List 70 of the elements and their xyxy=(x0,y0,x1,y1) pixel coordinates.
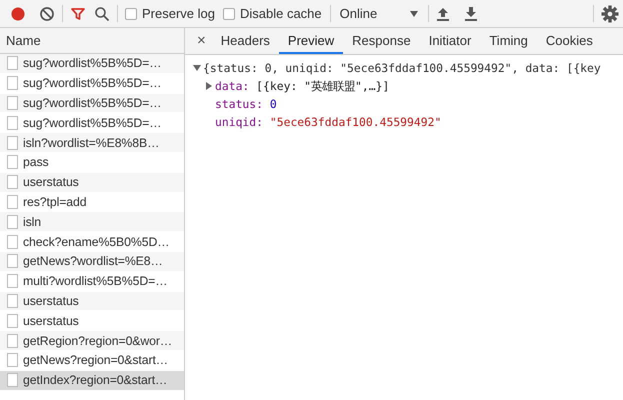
file-icon xyxy=(7,76,18,90)
checkbox[interactable] xyxy=(222,8,235,20)
throttle-dropdown[interactable]: Online xyxy=(338,6,422,21)
property-line: status: 0 xyxy=(215,96,277,113)
filter-icon[interactable] xyxy=(70,6,86,22)
tab[interactable]: Preview xyxy=(278,28,344,54)
request-row[interactable]: sug?wordlist%5B%5D=… xyxy=(0,94,184,114)
checkbox-label[interactable]: Preserve log xyxy=(142,6,215,21)
request-name: getNews?region=0&start… xyxy=(23,353,168,368)
expand-triangle-icon[interactable] xyxy=(205,82,213,90)
request-row[interactable]: getRegion?region=0&wor… xyxy=(0,331,184,351)
file-icon xyxy=(7,294,18,308)
request-name: getNews?wordlist=%E8… xyxy=(23,254,163,268)
file-icon xyxy=(7,334,18,348)
request-row[interactable]: getIndex?region=0&start… xyxy=(0,370,184,391)
request-name: isln?wordlist=%E8%8B… xyxy=(23,136,160,150)
file-icon xyxy=(7,175,18,190)
upload-icon[interactable] xyxy=(436,6,450,22)
checkbox[interactable] xyxy=(125,8,137,20)
property-line: uniqid: "5ece63fddaf100.45599492" xyxy=(215,114,442,131)
request-name: getIndex?region=0&start… xyxy=(23,373,168,388)
request-row[interactable]: isln xyxy=(0,212,184,232)
file-icon xyxy=(7,116,18,130)
file-icon xyxy=(7,353,18,368)
request-name: getRegion?region=0&wor… xyxy=(23,334,172,348)
file-icon xyxy=(7,96,18,110)
file-icon xyxy=(7,373,18,388)
clear-icon[interactable] xyxy=(39,6,55,22)
property-line[interactable]: data: [{key: "英雄联盟",…}] xyxy=(215,77,390,95)
file-icon xyxy=(7,194,18,209)
tab[interactable]: Timing xyxy=(480,28,537,54)
file-icon xyxy=(7,56,18,70)
request-name: isln xyxy=(23,214,42,229)
file-icon xyxy=(7,155,18,170)
file-icon xyxy=(7,314,18,328)
request-name: multi?wordlist%5B%5D=… xyxy=(23,274,168,288)
object-summary: {status: 0, uniqid: "5ece63fddaf100.45599492", data: [{key xyxy=(203,60,601,77)
record-button[interactable] xyxy=(10,6,26,22)
tab[interactable]: Response xyxy=(343,28,420,54)
request-name: pass xyxy=(23,155,49,170)
file-icon xyxy=(7,136,18,150)
request-name: sug?wordlist%5B%5D=… xyxy=(23,76,162,90)
request-row[interactable]: sug?wordlist%5B%5D=… xyxy=(0,54,184,74)
request-name: userstatus xyxy=(23,175,79,190)
close-button[interactable]: × xyxy=(191,28,212,54)
request-name: res?tpl=add xyxy=(23,194,87,209)
tab[interactable]: Initiator xyxy=(420,28,480,54)
file-icon xyxy=(7,254,18,268)
request-row[interactable]: userstatus xyxy=(0,292,184,312)
settings-icon[interactable] xyxy=(601,4,619,22)
request-name: userstatus xyxy=(23,294,79,308)
request-name: sug?wordlist%5B%5D=… xyxy=(23,56,162,70)
download-icon[interactable] xyxy=(464,6,478,22)
request-name: sug?wordlist%5B%5D=… xyxy=(23,96,162,110)
request-name: check?ename%5B0%5D… xyxy=(23,234,170,249)
request-name: sug?wordlist%5B%5D=… xyxy=(23,116,162,130)
name-column-header[interactable]: Name xyxy=(0,28,184,54)
file-icon xyxy=(7,214,18,229)
search-icon[interactable] xyxy=(94,6,110,22)
request-name: userstatus xyxy=(23,314,79,328)
collapse-triangle-icon[interactable] xyxy=(193,64,201,72)
tab[interactable]: Headers xyxy=(212,28,279,54)
request-row[interactable]: isln?wordlist=%E8%8B… xyxy=(0,133,184,153)
request-row[interactable]: userstatus xyxy=(0,172,184,193)
request-row[interactable]: getNews?wordlist=%E8… xyxy=(0,252,184,272)
file-icon xyxy=(7,274,18,288)
file-icon xyxy=(7,234,18,249)
checkbox-label[interactable]: Disable cache xyxy=(240,6,322,21)
tab[interactable]: Cookies xyxy=(536,28,602,54)
caret-icon xyxy=(410,10,418,16)
